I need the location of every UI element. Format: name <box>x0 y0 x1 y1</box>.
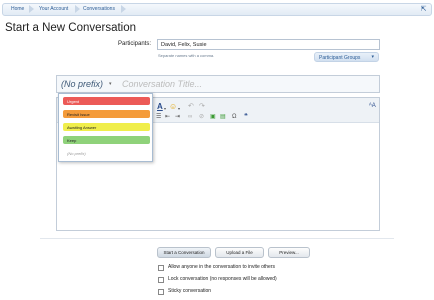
chevron-down-icon: ▾ <box>371 54 374 60</box>
breadcrumb-separator <box>75 4 81 15</box>
sticky-checkbox[interactable] <box>158 289 164 295</box>
participants-hint: Separate names with a comma. <box>158 53 215 58</box>
conversation-title-input[interactable]: Conversation Title... <box>122 79 202 89</box>
unlink-icon[interactable]: ⊘ <box>199 114 204 121</box>
sticky-label: Sticky conversation <box>168 288 212 294</box>
lock-label: Lock conversation (no responses will be … <box>168 276 277 282</box>
breadcrumb-separator <box>121 4 127 15</box>
indent-icon[interactable]: ⇥ <box>175 114 180 121</box>
breadcrumb-home[interactable]: Home <box>11 6 24 12</box>
prefix-dropdown-menu: Urgent Revisit Issue Awaiting Answer Kee… <box>58 93 153 162</box>
prefix-option-urgent[interactable]: Urgent <box>63 97 150 105</box>
prefix-selector[interactable]: (No prefix) <box>61 79 103 89</box>
prefix-option-none[interactable]: (No prefix) <box>63 149 150 157</box>
font-color-icon[interactable]: A <box>157 103 163 111</box>
media-icon[interactable]: ▤ <box>220 114 226 121</box>
code-icon[interactable]: Ω <box>232 114 237 121</box>
image-icon[interactable]: ▣ <box>210 114 216 121</box>
invite-checkbox[interactable] <box>158 265 164 271</box>
upload-file-button[interactable]: Upload a File <box>215 247 264 258</box>
invite-label: Allow anyone in the conversation to invi… <box>168 264 276 270</box>
chevron-down-icon[interactable]: ▾ <box>109 81 112 87</box>
outdent-icon[interactable]: ⇤ <box>165 114 170 121</box>
participant-groups-label: Participant Groups <box>319 55 361 61</box>
prefix-option-awaiting-answer[interactable]: Awaiting Answer <box>63 123 150 131</box>
lock-checkbox[interactable] <box>158 277 164 283</box>
chevron-down-icon[interactable]: ▾ <box>178 105 180 112</box>
breadcrumb-your-account[interactable]: Your Account <box>39 6 68 12</box>
link-icon[interactable]: ∞ <box>188 114 192 121</box>
quote-icon[interactable]: ❝ <box>244 113 248 120</box>
prefix-option-revisit-issue[interactable]: Revisit Issue <box>63 110 150 118</box>
participant-groups-button[interactable]: Participant Groups ▾ <box>314 52 379 62</box>
page-title: Start a New Conversation <box>5 22 137 34</box>
undo-icon[interactable]: ↶ <box>188 103 194 110</box>
participants-label: Participants: <box>118 41 152 47</box>
smiley-icon[interactable]: ☺ <box>169 103 177 111</box>
breadcrumb-conversations[interactable]: Conversations <box>83 6 115 12</box>
participants-input[interactable]: David, Felix, Susie <box>157 39 380 50</box>
breadcrumb-separator <box>29 4 35 15</box>
preview-button[interactable]: Preview... <box>268 247 310 258</box>
jump-up-icon[interactable]: ⇱ <box>419 5 428 14</box>
toggle-bbcode-icon[interactable]: ᴬA <box>369 103 376 110</box>
redo-icon[interactable]: ↷ <box>199 103 205 110</box>
start-conversation-button[interactable]: Start a Conversation <box>157 247 211 258</box>
list-icon[interactable]: ☰ <box>156 114 161 121</box>
breadcrumb: Home Your Account Conversations ⇱ <box>2 3 432 16</box>
chevron-down-icon[interactable]: ▾ <box>164 105 166 112</box>
prefix-option-keep[interactable]: Keep <box>63 136 150 144</box>
divider <box>40 238 394 239</box>
title-row: (No prefix) ▾ Conversation Title... <box>56 75 380 93</box>
